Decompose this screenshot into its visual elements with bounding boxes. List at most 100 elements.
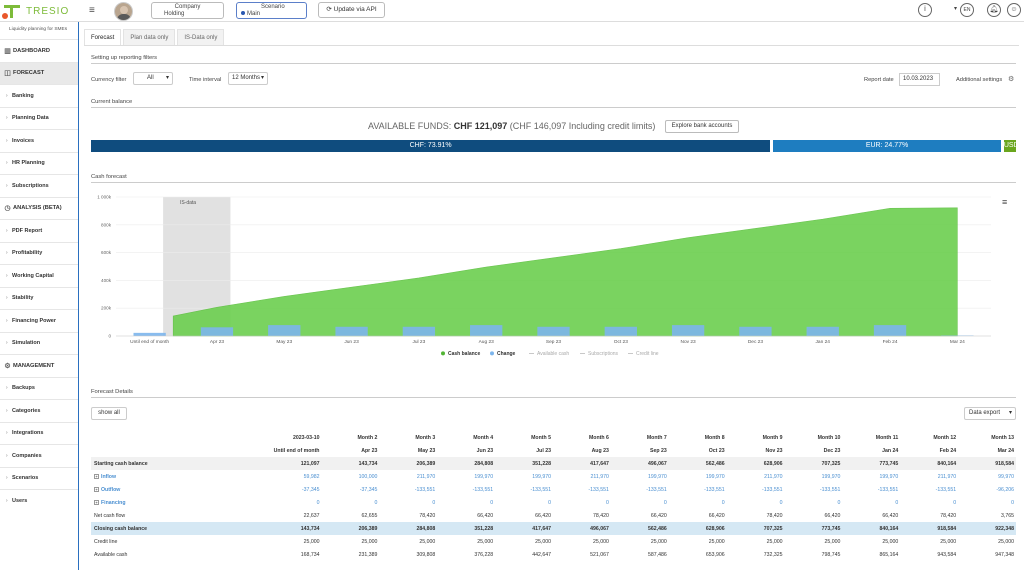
sidebar-item-label: ANALYSIS (BETA) [13,205,62,211]
sidebar-item-companies[interactable]: › Companies [0,444,78,466]
table-cell: 0 [374,499,378,506]
additional-settings-link[interactable]: Additional settings [956,77,1002,83]
hamburger-menu-icon[interactable]: ≡ [89,5,95,16]
table-cell: -133,551 [819,486,841,493]
change-bar[interactable] [133,332,166,336]
sidebar-item-planning-data[interactable]: › Planning Data [0,106,78,129]
legend-item-credit-line[interactable]: Credit line [636,351,659,357]
sidebar-item-financing-power[interactable]: › Financing Power [0,309,78,331]
tab-is-data-only[interactable]: IS-Data only [177,29,225,45]
expand-plus-icon[interactable]: + [94,486,99,492]
chevron-down-icon: ▾ [1008,410,1012,416]
sidebar-item-categories[interactable]: › Categories [0,399,78,421]
table-cell: 496,067 [552,522,611,535]
row-label[interactable]: + Outflow [91,483,264,496]
table-row-inflow[interactable]: + Inflow 59,982 100,000 211,970 199,970 199,97… [91,470,1016,483]
sidebar-item-dashboard[interactable]: ▥ DASHBOARD [0,39,78,61]
table-header-cell [91,444,264,457]
change-bar[interactable] [873,325,907,336]
chart-icon: ◫ [4,70,11,77]
table-cell: 417,647 [552,457,611,470]
row-label[interactable]: + Financing [91,496,264,509]
chart-menu-icon[interactable]: ≡ [1002,197,1007,207]
table-cell: 628,906 [726,457,785,470]
report-date-input[interactable]: 10.03.2023 [899,73,940,86]
change-bar[interactable] [604,326,637,336]
table-header-cell: Month 13 [991,434,1014,441]
change-bar[interactable] [268,325,301,336]
sidebar-item-working-capital[interactable]: › Working Capital [0,264,78,286]
table-cell: 284,808 [437,457,496,470]
legend-item-subscriptions[interactable]: Subscriptions [588,351,619,357]
sidebar-item-subscriptions[interactable]: › Subscriptions [0,174,78,196]
info-icon[interactable]: ⅰ [918,3,932,17]
user-icon[interactable]: ☺ [1007,3,1021,17]
sidebar-item-management[interactable]: ⚙ MANAGEMENT [0,354,78,376]
expand-plus-icon[interactable]: + [94,473,99,479]
currency-bar-usd[interactable]: USD: 1.33% [1003,140,1024,161]
show-all-button[interactable]: show all [91,407,127,420]
table-cell: 78,420 [592,512,609,519]
sidebar-item-invoices[interactable]: › Invoices [0,129,78,151]
sidebar-item-forecast[interactable]: ◫ FORECAST [0,61,78,84]
sidebar-item-profitability[interactable]: › Profitability [0,241,78,264]
table-cell: 351,228 [437,522,496,535]
sidebar-item-integrations[interactable]: › Integrations [0,421,78,444]
cash-forecast-title: Cash forecast [91,174,127,180]
logo[interactable]: TRESIO [2,2,69,20]
sidebar-item-scenarios[interactable]: › Scenarios [0,466,78,489]
table-cell: 199,970 [474,473,494,480]
table-header-cell: Dec 23 [823,447,841,454]
available-funds-credit: (CHF 146,097 Including credit limits) [509,121,656,131]
gear-icon[interactable]: ⚙ [1008,75,1014,83]
change-bar[interactable] [671,325,705,336]
sidebar-item-backups[interactable]: › Backups [0,376,78,399]
update-api-button[interactable]: ⟳ Update via API [318,2,385,18]
sidebar-item-banking[interactable]: › Banking [0,84,78,106]
company-selector[interactable]: Company Holding [151,2,224,19]
change-bar[interactable] [739,326,772,336]
tab-forecast[interactable]: Forecast [84,29,122,45]
bell-icon[interactable]: 🔔︎ [987,3,1001,17]
sidebar-item-simulation[interactable]: › Simulation [0,331,78,354]
explore-bank-accounts-button[interactable]: Explore bank accounts [665,120,739,133]
change-bar[interactable] [537,326,570,336]
table-header-cell: Month 8 [704,434,725,441]
table-row-financing[interactable]: + Financing 0 0 0 0 0 0 0 0 0 0 0 0 0 [91,496,1016,509]
avatar[interactable] [114,2,133,21]
change-bar[interactable] [470,325,503,336]
currency-filter-select[interactable]: All ▾ [133,72,173,85]
table-cell: 0 [1011,499,1014,506]
sidebar-item-analysis-beta[interactable]: ◷ ANALYSIS (BETA) [0,196,78,219]
sidebar-item-stability[interactable]: › Stability [0,286,78,309]
legend-item-cash-balance[interactable]: Cash balance [448,351,480,357]
legend-item-available-cash[interactable]: Available cash [537,351,569,357]
sidebar-item-users[interactable]: › Users [0,489,78,511]
language-chevron-icon[interactable]: ▾ [954,5,957,12]
table-cell: -133,551 [530,486,551,493]
table-row-outflow[interactable]: + Outflow -37,345 -37,345 -133,551 -133,551 -1… [91,483,1016,496]
table-cell: 66,420 [477,512,494,519]
table-cell: 25,000 [477,538,494,545]
legend-item-change[interactable]: Change [497,351,516,357]
language-switch[interactable]: EN [960,3,974,17]
table-cell: 25,000 [824,538,841,545]
table-header-cell: Month 6 [588,434,609,441]
sidebar-item-pdf-report[interactable]: › PDF Report [0,219,78,241]
tab-plan-data-only[interactable]: Plan data only [123,29,176,45]
change-bar[interactable] [335,326,368,336]
sidebar-item-hr-planning[interactable]: › HR Planning [0,151,78,174]
row-label[interactable]: + Inflow [91,470,264,483]
scenario-selector[interactable]: Scenario Main [236,2,307,19]
cash-forecast-chart: IS-data 0 200k 400k 600k 800k 1 000k Until end … [97,195,1007,358]
time-interval-select[interactable]: 12 Months ▾ [228,72,268,85]
change-bar[interactable] [806,326,839,336]
change-bar[interactable] [200,327,234,336]
change-bar[interactable] [402,326,436,336]
expand-plus-icon[interactable]: + [94,499,99,505]
table-cell: 66,420 [535,512,551,519]
currency-bar-eur[interactable]: EUR: 24.77% [773,140,1001,152]
data-export-select[interactable]: Data export ▾ [964,407,1016,420]
sidebar-item-label: Users [12,497,28,504]
currency-bar-chf[interactable]: CHF: 73.91% [91,140,771,152]
